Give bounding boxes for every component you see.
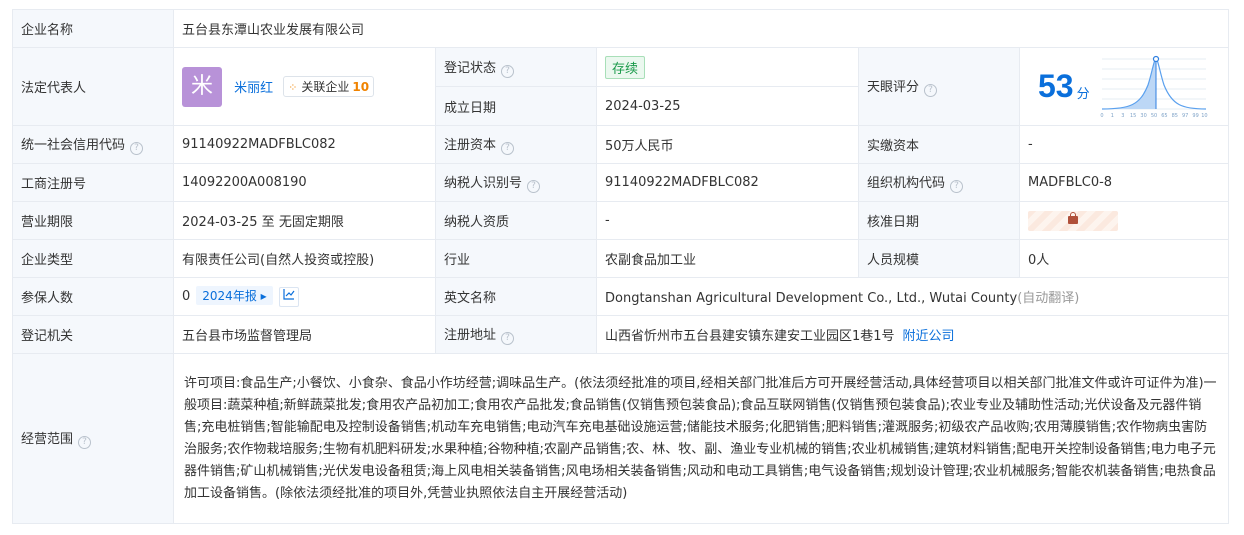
score-axis-tick: 30 xyxy=(1140,113,1146,119)
scope-label-cell: 经营范围? xyxy=(12,353,174,524)
english-name: Dongtanshan Agricultural Development Co.… xyxy=(605,291,1018,306)
reg-authority-label: 登记机关 xyxy=(12,315,174,354)
score-axis-tick: 50 xyxy=(1151,113,1157,119)
lock-icon xyxy=(1068,211,1078,224)
score-axis-tick: 0 xyxy=(1100,113,1103,119)
reg-address-label-cell: 注册地址? xyxy=(435,315,597,354)
score-axis: 0 1 3 15 30 50 65 85 97 99100 xyxy=(1100,113,1210,119)
taxpayer-id-label: 纳税人识别号 xyxy=(444,176,523,191)
related-companies-button[interactable]: ⁘ 关联企业 10 xyxy=(283,76,375,97)
biz-reg-no: 14092200A008190 xyxy=(173,163,436,202)
nearby-companies-link[interactable]: 附近公司 xyxy=(903,329,955,344)
locked-value[interactable] xyxy=(1028,210,1118,231)
credit-code-label: 统一社会信用代码 xyxy=(21,138,126,153)
company-info-table: 企业名称 五台县东潭山农业发展有限公司 法定代表人 米 米丽红 ⁘ 关联企业 10… xyxy=(12,9,1230,524)
approve-date-label: 核准日期 xyxy=(858,201,1020,240)
staff-size: 0人 xyxy=(1018,239,1230,278)
help-icon[interactable]: ? xyxy=(950,180,964,193)
score-axis-tick: 100 xyxy=(1201,113,1208,119)
company-type: 有限责任公司(自然人投资或控股) xyxy=(173,239,436,278)
score-distribution-chart: 0 1 3 15 30 50 65 85 97 99100 xyxy=(1100,55,1211,119)
insured-label: 参保人数 xyxy=(12,277,174,316)
trend-chart-icon xyxy=(283,288,295,300)
taxpayer-qual-label: 纳税人资质 xyxy=(435,201,597,240)
reg-capital-label-cell: 注册资本? xyxy=(435,125,597,164)
credit-code-label-cell: 统一社会信用代码? xyxy=(12,125,174,164)
credit-code: 91140922MADFBLC082 xyxy=(173,125,436,164)
help-icon[interactable]: ? xyxy=(501,142,515,155)
avatar[interactable]: 米 xyxy=(182,66,222,107)
insured-count: 0 xyxy=(182,289,191,305)
help-icon[interactable]: ? xyxy=(130,142,144,155)
help-icon[interactable]: ? xyxy=(78,436,92,449)
reg-status-cell: 存续 xyxy=(596,47,859,87)
scope-label: 经营范围 xyxy=(21,432,74,447)
staff-size-label: 人员规模 xyxy=(858,239,1020,278)
reg-capital-label: 注册资本 xyxy=(444,138,497,153)
related-count: 10 xyxy=(352,80,370,94)
reg-address: 山西省忻州市五台县建安镇东建安工业园区1巷1号 xyxy=(605,329,895,344)
industry: 农副食品加工业 xyxy=(596,239,859,278)
score-unit: 分 xyxy=(1076,87,1090,102)
help-icon[interactable]: ? xyxy=(924,84,938,97)
legal-rep-name-link[interactable]: 米丽红 xyxy=(234,81,273,96)
legal-rep-cell: 米 米丽红 ⁘ 关联企业 10 xyxy=(173,47,436,126)
score-axis-tick: 85 xyxy=(1171,113,1177,119)
score-axis-tick: 97 xyxy=(1182,113,1188,119)
related-label: 关联企业 xyxy=(301,80,350,94)
score-axis-tick: 15 xyxy=(1130,113,1136,119)
insured-cell: 0 2024年报 ▸ xyxy=(173,277,436,316)
reg-status-label-cell: 登记状态? xyxy=(435,47,597,87)
score-axis-tick: 99 xyxy=(1192,113,1198,119)
type-label: 企业类型 xyxy=(12,239,174,278)
reg-authority: 五台县市场监督管理局 xyxy=(173,315,436,354)
reg-capital: 50万人民币 xyxy=(596,125,859,164)
help-icon[interactable]: ? xyxy=(527,180,541,193)
related-icon: ⁘ xyxy=(288,81,298,94)
org-code-label: 组织机构代码 xyxy=(867,176,946,191)
help-icon[interactable]: ? xyxy=(501,64,515,78)
reg-address-cell: 山西省忻州市五台县建安镇东建安工业园区1巷1号 附近公司 xyxy=(595,315,1230,354)
status-badge: 存续 xyxy=(605,55,646,79)
industry-label: 行业 xyxy=(435,239,597,278)
taxpayer-qual: - xyxy=(596,201,859,240)
tianyan-score: 53 xyxy=(1038,68,1074,104)
legal-rep-label: 法定代表人 xyxy=(12,47,174,126)
company-name-label: 企业名称 xyxy=(12,9,174,48)
help-icon[interactable]: ? xyxy=(501,332,515,345)
approve-date-cell xyxy=(1018,201,1230,240)
score-axis-tick: 1 xyxy=(1111,113,1114,119)
annual-report-button[interactable]: 2024年报 ▸ xyxy=(196,286,273,306)
org-code-label-cell: 组织机构代码? xyxy=(858,163,1020,202)
score-marker-dot xyxy=(1152,55,1159,62)
tianyan-score-cell[interactable]: 53分 0 1 3 15 30 50 65 85 97 99100 xyxy=(1018,47,1230,126)
reg-address-label: 注册地址 xyxy=(444,328,497,343)
found-date-label: 成立日期 xyxy=(435,86,597,126)
paid-capital-label: 实缴资本 xyxy=(858,125,1020,164)
found-date: 2024-03-25 xyxy=(596,86,859,126)
company-name: 五台县东潭山农业发展有限公司 xyxy=(172,9,1230,48)
tianyan-label-cell: 天眼评分? xyxy=(858,47,1020,126)
score-axis-tick: 65 xyxy=(1161,113,1167,119)
score-axis-tick: 3 xyxy=(1121,113,1124,119)
paid-capital: - xyxy=(1018,125,1230,164)
annual-report-label: 2024年报 xyxy=(202,289,257,304)
auto-translate-note: (自动翻译) xyxy=(1017,291,1080,306)
taxpayer-id: 91140922MADFBLC082 xyxy=(596,163,859,202)
reg-status-label: 登记状态 xyxy=(444,60,497,76)
term-label: 营业期限 xyxy=(12,201,174,240)
org-code: MADFBLC0-8 xyxy=(1018,163,1230,202)
term: 2024-03-25 至 无固定期限 xyxy=(173,201,436,240)
biz-reg-no-label: 工商注册号 xyxy=(12,163,174,202)
trend-chart-button[interactable] xyxy=(278,286,299,307)
english-name-cell: Dongtanshan Agricultural Development Co.… xyxy=(595,277,1230,316)
english-name-label: 英文名称 xyxy=(435,277,597,316)
taxpayer-id-label-cell: 纳税人识别号? xyxy=(435,163,597,202)
business-scope: 许可项目:食品生产;小餐饮、小食杂、食品小作坊经营;调味品生产。(依法须经批准的… xyxy=(172,353,1230,524)
tianyan-label: 天眼评分 xyxy=(867,80,920,95)
